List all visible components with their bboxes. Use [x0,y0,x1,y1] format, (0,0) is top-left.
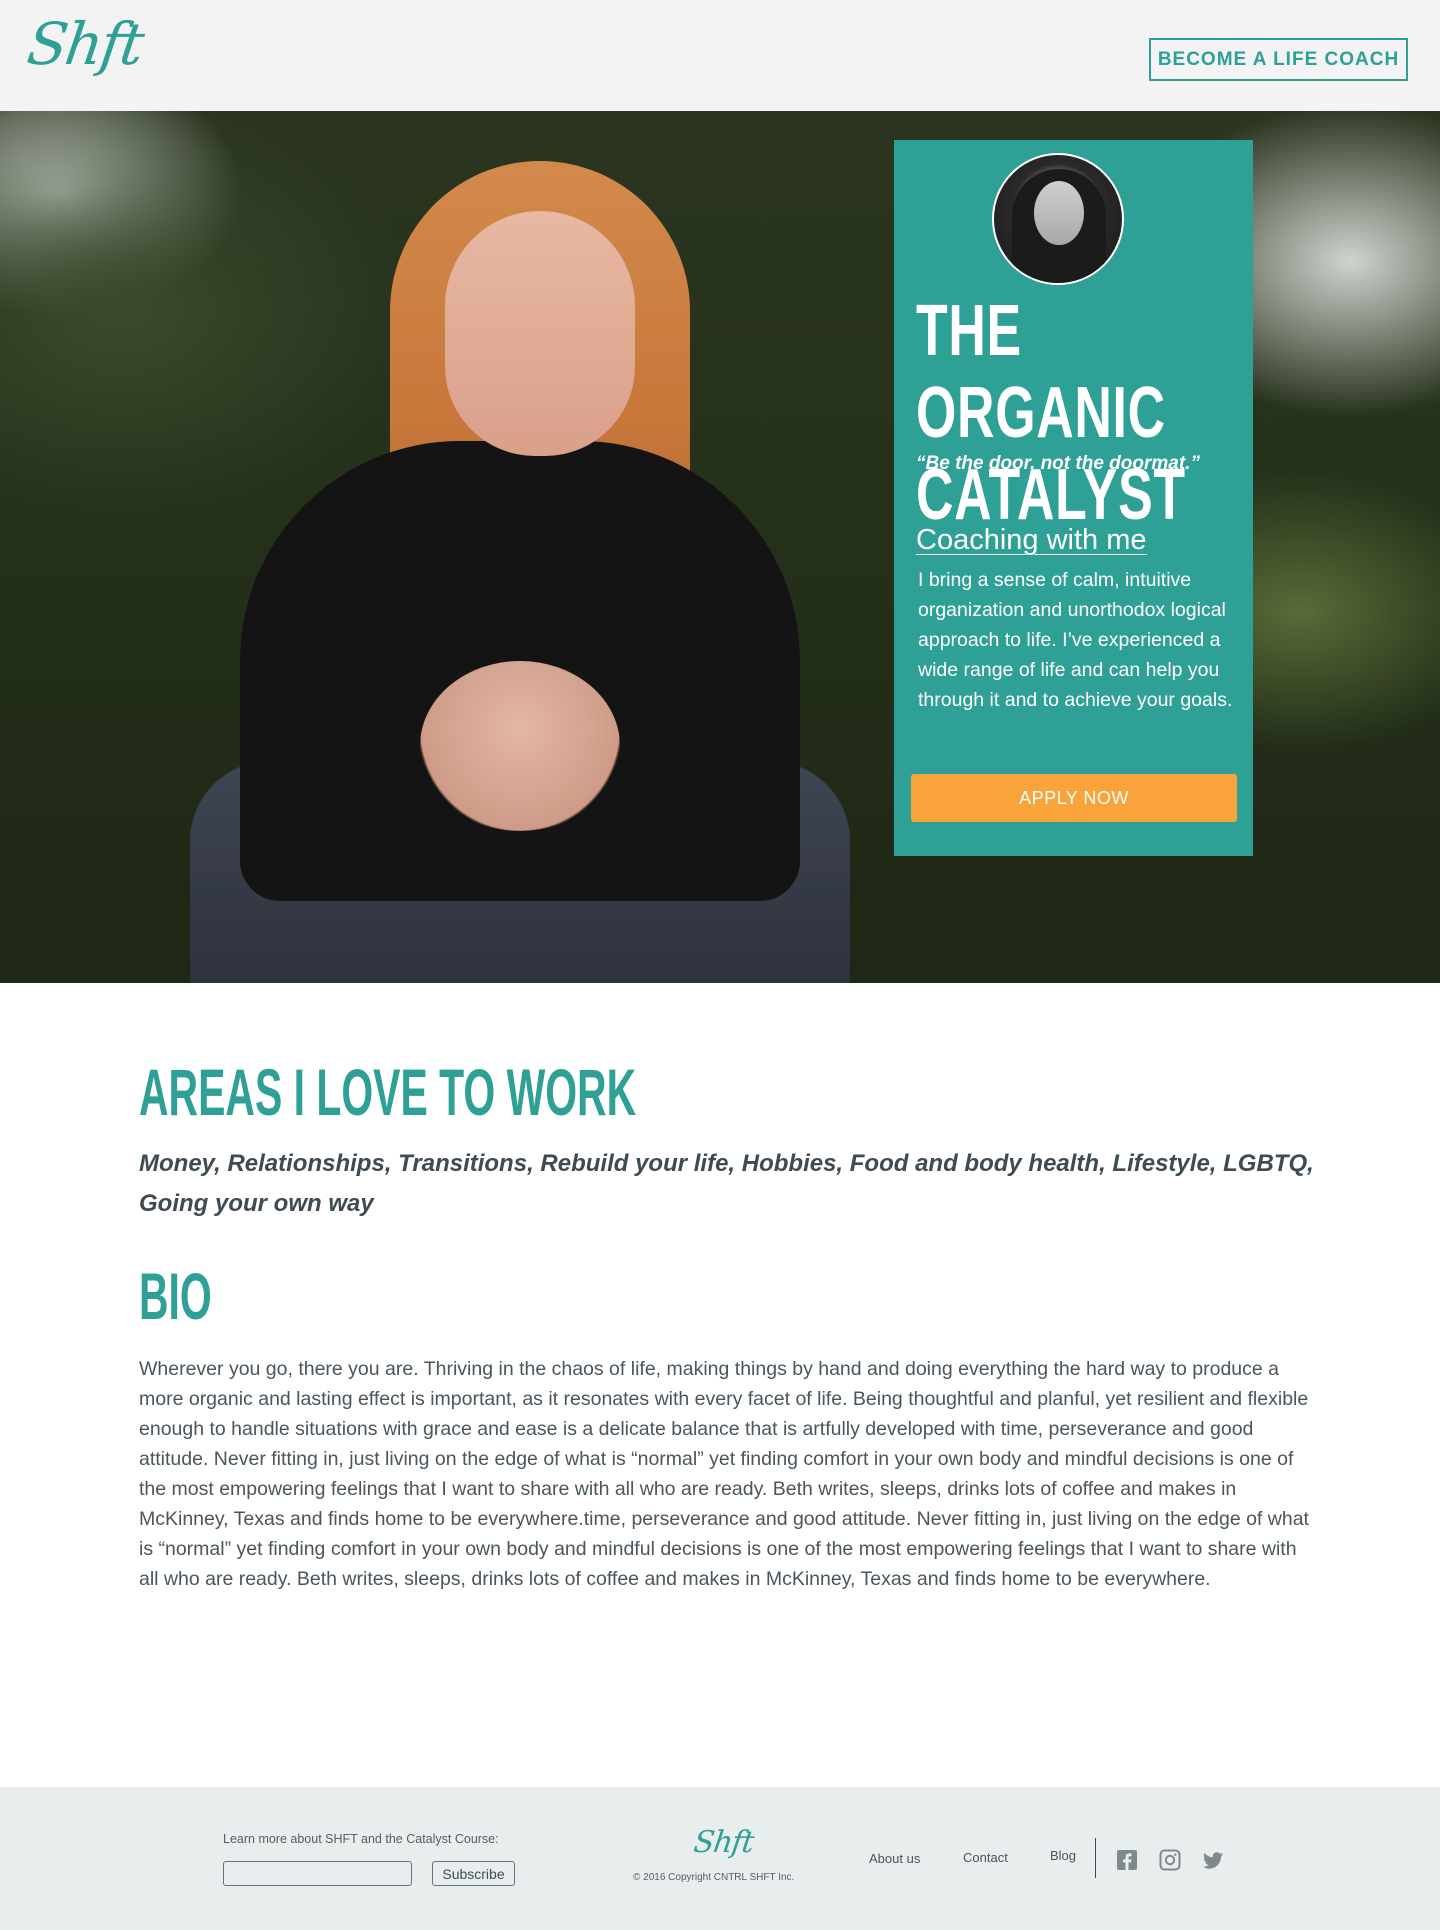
apply-now-button[interactable]: APPLY NOW [911,774,1237,822]
site-header: Shft BECOME A LIFE COACH [0,0,1440,111]
footer-link-about[interactable]: About us [869,1851,920,1866]
copyright-text: © 2016 Copyright CNTRL SHFT Inc. [633,1872,795,1883]
areas-list: Money, Relationships, Transitions, Rebui… [139,1150,1314,1217]
facebook-icon[interactable] [1116,1849,1138,1871]
bio-heading: BIO [139,1259,212,1333]
bio-text: Wherever you go, there you are. Thriving… [139,1358,1309,1590]
hero-photo [190,141,850,983]
coaching-description: I bring a sense of calm, intuitive organ… [918,569,1233,711]
coach-title: THE ORGANIC CATALYST [916,290,1185,536]
footer-link-blog[interactable]: Blog [1050,1848,1076,1863]
newsletter-email-input[interactable] [223,1861,412,1886]
coach-quote: “Be the door, not the doormat.” [916,453,1200,474]
footer-divider [1095,1838,1096,1878]
coach-title-line1: THE ORGANIC [916,291,1166,453]
coach-profile-card: THE ORGANIC CATALYST “Be the door, not t… [894,140,1253,856]
site-footer: Learn more about SHFT and the Catalyst C… [0,1787,1440,1930]
twitter-icon[interactable] [1202,1849,1224,1871]
areas-heading: AREAS I LOVE TO WORK [139,1055,637,1129]
shft-logo[interactable]: Shft [23,10,146,78]
coach-avatar [992,153,1124,285]
footer-link-contact[interactable]: Contact [963,1850,1008,1865]
subscribe-button[interactable]: Subscribe [432,1861,515,1886]
become-life-coach-button[interactable]: BECOME A LIFE COACH [1149,38,1408,81]
footer-logo[interactable]: Shft [692,1825,756,1860]
instagram-icon[interactable] [1159,1849,1181,1871]
coaching-with-me-link[interactable]: Coaching with me [916,524,1147,557]
newsletter-label: Learn more about SHFT and the Catalyst C… [223,1832,499,1846]
